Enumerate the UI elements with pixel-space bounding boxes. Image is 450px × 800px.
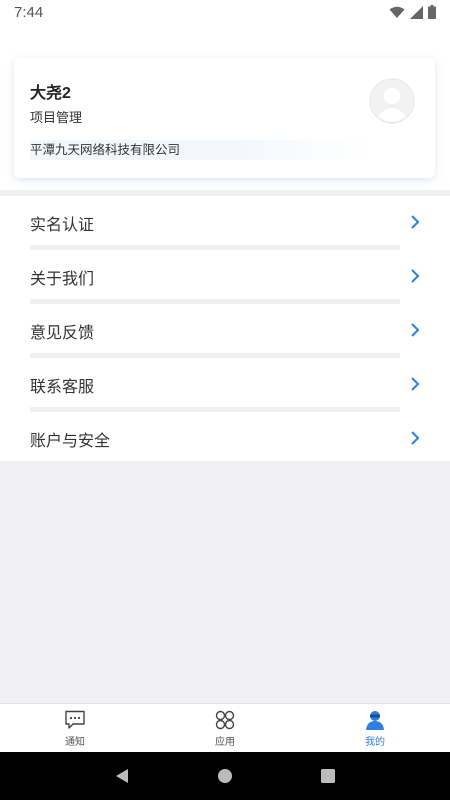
home-icon [217, 769, 232, 783]
status-bar: 7:44 [0, 0, 450, 24]
wifi-icon [389, 6, 405, 19]
menu-item-label: 意见反馈 [30, 325, 95, 342]
menu-item-label: 联系客服 [30, 379, 95, 396]
system-nav-bar [0, 752, 450, 800]
user-icon [366, 711, 384, 730]
menu-item-account-security[interactable]: 账户与安全 [0, 412, 450, 466]
profile-name: 大尧2 [30, 85, 71, 102]
profile-role: 项目管理 [30, 110, 83, 125]
tab-label: 应用 [215, 737, 235, 748]
menu-item-feedback[interactable]: 意见反馈 [0, 304, 450, 358]
profile-card[interactable]: 大尧2 项目管理 平潭九天网络科技有限公司 [14, 58, 435, 178]
apps-icon [215, 710, 235, 730]
avatar-icon[interactable] [369, 78, 415, 124]
back-button[interactable] [102, 756, 142, 796]
bottom-tabbar: 通知 应用 我的 [0, 703, 450, 752]
menu-item-label: 关于我们 [30, 271, 95, 288]
menu-item-real-name-auth[interactable]: 实名认证 [0, 196, 450, 250]
recents-icon [321, 769, 336, 783]
menu-item-label: 实名认证 [30, 217, 95, 234]
chevron-right-icon [411, 377, 420, 391]
tab-apps[interactable]: 应用 [150, 704, 300, 752]
tab-mine[interactable]: 我的 [300, 704, 450, 752]
tab-label: 通知 [65, 737, 85, 748]
chevron-right-icon [411, 323, 420, 337]
chevron-right-icon [411, 269, 420, 283]
status-time: 7:44 [14, 3, 44, 21]
chevron-right-icon [411, 215, 420, 229]
menu-item-about-us[interactable]: 关于我们 [0, 250, 450, 304]
status-icons [389, 5, 436, 19]
chat-icon [65, 710, 85, 729]
menu-item-contact-support[interactable]: 联系客服 [0, 358, 450, 412]
header-area: 大尧2 项目管理 平潭九天网络科技有限公司 [0, 24, 450, 190]
menu-list: 实名认证 关于我们 意见反馈 联系客服 账户与安全 [0, 196, 450, 461]
back-icon [115, 769, 128, 783]
menu-item-label: 账户与安全 [30, 433, 111, 450]
recents-button[interactable] [308, 756, 348, 796]
signal-icon [410, 5, 423, 19]
battery-icon [428, 5, 436, 19]
tab-notifications[interactable]: 通知 [0, 704, 150, 752]
tab-label: 我的 [365, 737, 385, 748]
chevron-right-icon [411, 431, 420, 445]
profile-company: 平潭九天网络科技有限公司 [30, 140, 370, 160]
home-button[interactable] [205, 756, 245, 796]
